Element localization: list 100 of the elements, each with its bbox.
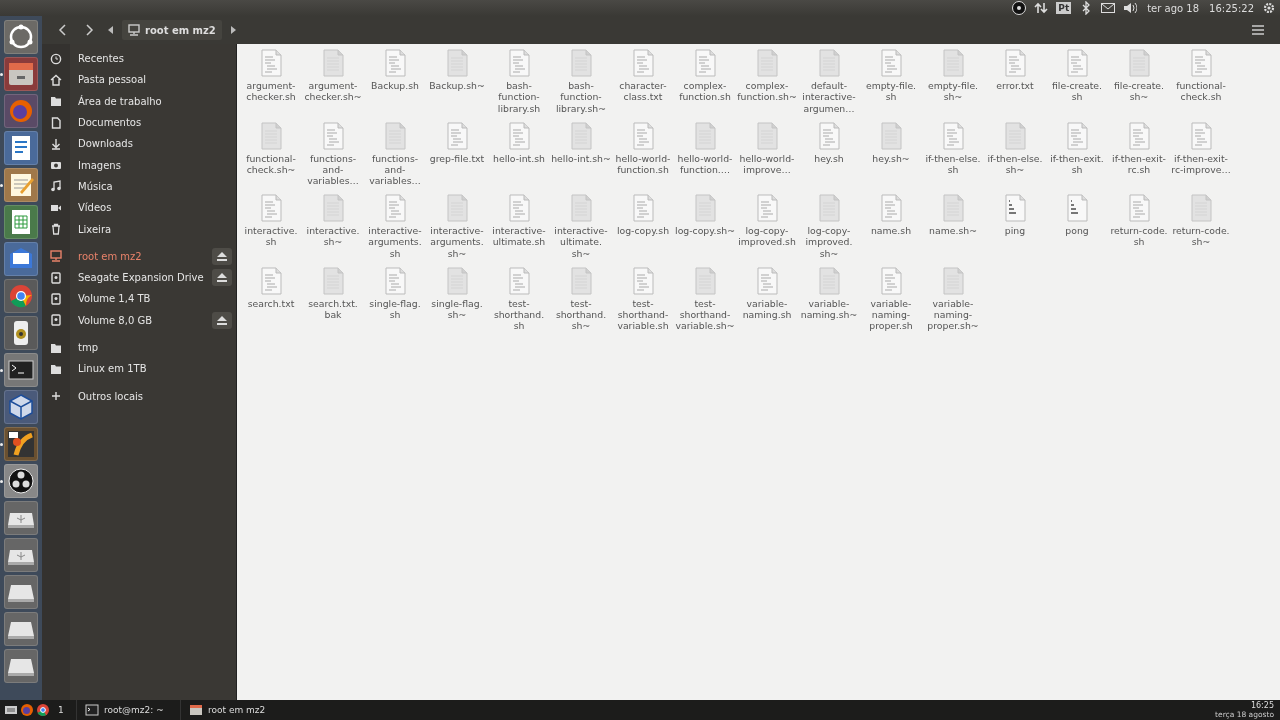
eject-button[interactable] bbox=[212, 311, 232, 329]
file-item[interactable]: bash-function-library.sh~ bbox=[550, 48, 612, 121]
quick-launch-button[interactable] bbox=[4, 703, 18, 717]
circle-logo-icon bbox=[1012, 1, 1027, 15]
file-item[interactable]: if-then-exit-rc.sh bbox=[1108, 120, 1170, 193]
sidebar-item[interactable]: Vídeos bbox=[42, 197, 236, 219]
launcher-button[interactable] bbox=[4, 353, 38, 387]
file-item[interactable]: test-shorthand-variable.sh~ bbox=[674, 265, 736, 338]
file-item[interactable]: hello-int.sh bbox=[488, 120, 550, 193]
file-item[interactable]: variable-naming.sh~ bbox=[798, 265, 860, 338]
file-item[interactable]: hello-int.sh~ bbox=[550, 120, 612, 193]
file-item[interactable]: variable-naming-proper.sh~ bbox=[922, 265, 984, 338]
sidebar-item[interactable]: Linux em 1TB bbox=[42, 358, 236, 380]
file-item[interactable]: functional-check.sh~ bbox=[240, 120, 302, 193]
eject-icon bbox=[217, 315, 227, 325]
file-item[interactable]: single-flag.sh bbox=[364, 265, 426, 338]
file-item[interactable]: name.sh bbox=[860, 193, 922, 266]
launcher-button[interactable] bbox=[4, 464, 38, 498]
file-item[interactable]: argument-checker.sh bbox=[240, 48, 302, 121]
file-item[interactable]: return-code.sh~ bbox=[1170, 193, 1232, 266]
sidebar-item[interactable]: Música bbox=[42, 175, 236, 198]
file-item[interactable]: complex-function.sh~ bbox=[736, 48, 798, 121]
file-item[interactable]: interactive-ultimate.sh~ bbox=[550, 193, 612, 266]
file-item[interactable]: functions-and-variables… bbox=[364, 120, 426, 193]
file-item[interactable]: log-copy-improved.sh bbox=[736, 193, 798, 266]
blank-file-icon bbox=[446, 49, 468, 77]
sidebar-item[interactable]: Imagens bbox=[42, 154, 236, 176]
file-item[interactable]: test-shorthand.sh~ bbox=[550, 265, 612, 338]
file-item[interactable]: hey.sh bbox=[798, 120, 860, 193]
file-item[interactable]: test-shorthand-variable.sh bbox=[612, 265, 674, 338]
quick-launch-button[interactable] bbox=[36, 703, 50, 717]
file-item[interactable]: default-interactive-argumen… bbox=[798, 48, 860, 121]
taskbar-window-button[interactable]: root@mz2: ~ bbox=[76, 700, 180, 720]
file-item[interactable]: Backup.sh~ bbox=[426, 48, 488, 121]
path-button[interactable]: root em mz2 bbox=[122, 20, 222, 40]
sidebar-item[interactable]: Recentes bbox=[42, 48, 236, 70]
clock-time[interactable]: 16:25 bbox=[1250, 701, 1274, 710]
file-item[interactable]: hello-world-improve… bbox=[736, 120, 798, 193]
file-item[interactable]: Backup.sh bbox=[364, 48, 426, 121]
file-item[interactable]: argument-checker.sh~ bbox=[302, 48, 364, 121]
file-item[interactable]: log-copy-improved.sh~ bbox=[798, 193, 860, 266]
eject-button[interactable] bbox=[212, 268, 232, 286]
keyboard-layout-indicator[interactable]: Pt bbox=[1056, 2, 1072, 14]
file-item[interactable]: test-shorthand.sh bbox=[488, 265, 550, 338]
file-item[interactable]: interactive.sh~ bbox=[302, 193, 364, 266]
file-item[interactable]: single-flag.sh~ bbox=[426, 265, 488, 338]
file-item[interactable]: hello-world-function.sh bbox=[612, 120, 674, 193]
sidebar-item[interactable]: Outros locais bbox=[42, 385, 236, 407]
file-item[interactable]: search.txt.bak bbox=[302, 265, 364, 338]
file-item[interactable]: log-copy.sh bbox=[612, 193, 674, 266]
file-item[interactable]: if-then-else.sh bbox=[922, 120, 984, 193]
sidebar-item[interactable]: Volume 8,0 GB bbox=[42, 309, 236, 331]
file-item[interactable]: variable-naming.sh bbox=[736, 265, 798, 338]
file-item[interactable]: variable-naming-proper.sh bbox=[860, 265, 922, 338]
file-item[interactable]: if-then-exit-rc-improve… bbox=[1170, 120, 1232, 193]
text-file-icon bbox=[1066, 121, 1088, 150]
file-item[interactable]: interactive-arguments.sh bbox=[364, 193, 426, 266]
file-item[interactable]: hey.sh~ bbox=[860, 120, 922, 193]
file-item[interactable]: complex-function.sh bbox=[674, 48, 736, 121]
file-item[interactable]: log-copy.sh~ bbox=[674, 193, 736, 266]
file-item[interactable]: if-then-exit.sh bbox=[1046, 120, 1108, 193]
file-item[interactable]: error.txt bbox=[984, 48, 1046, 121]
file-item[interactable]: pong bbox=[1046, 193, 1108, 266]
file-item[interactable]: interactive-ultimate.sh bbox=[488, 193, 550, 266]
sidebar-item[interactable]: tmp bbox=[42, 336, 236, 359]
file-item[interactable]: interactive.sh bbox=[240, 193, 302, 266]
text-file-icon bbox=[880, 266, 902, 295]
file-item[interactable]: grep-file.txt bbox=[426, 120, 488, 193]
file-item[interactable]: file-create.sh~ bbox=[1108, 48, 1170, 121]
file-item[interactable]: if-then-else.sh~ bbox=[984, 120, 1046, 193]
file-item[interactable]: character-class.txt bbox=[612, 48, 674, 121]
file-item[interactable]: empty-file.sh bbox=[860, 48, 922, 121]
date-label[interactable]: ter ago 18 bbox=[1147, 2, 1200, 14]
file-item[interactable]: functional-check.sh bbox=[1170, 48, 1232, 121]
file-item[interactable]: functions-and-variables… bbox=[302, 120, 364, 193]
sidebar-item[interactable]: Seagate Expansion Drive bbox=[42, 266, 236, 289]
file-item[interactable]: name.sh~ bbox=[922, 193, 984, 266]
eject-button[interactable] bbox=[212, 247, 232, 265]
file-item[interactable]: interactive-arguments.sh~ bbox=[426, 193, 488, 266]
file-item[interactable]: hello-world-function.… bbox=[674, 120, 736, 193]
file-item[interactable]: file-create.sh bbox=[1046, 48, 1108, 121]
launcher-button[interactable] bbox=[4, 316, 38, 350]
file-item[interactable]: search.txt bbox=[240, 265, 302, 338]
sidebar-item[interactable]: Documentos bbox=[42, 111, 236, 134]
blank-file-icon bbox=[1190, 194, 1212, 222]
launcher-button[interactable] bbox=[4, 427, 38, 461]
sidebar-item[interactable]: root em mz2 bbox=[42, 245, 236, 267]
sidebar-item[interactable]: Lixeira bbox=[42, 218, 236, 240]
file-item[interactable]: return-code.sh bbox=[1108, 193, 1170, 266]
file-item[interactable]: bash-function-library.sh bbox=[488, 48, 550, 121]
time-label[interactable]: 16:25:22 bbox=[1209, 2, 1254, 14]
sidebar-item[interactable]: Volume 1,4 TB bbox=[42, 288, 236, 310]
sidebar-item[interactable]: Pasta pessoal bbox=[42, 69, 236, 91]
file-item[interactable]: ping bbox=[984, 193, 1046, 266]
plus-icon bbox=[50, 390, 62, 403]
workspace-number[interactable]: 1 bbox=[58, 705, 64, 715]
taskbar-window-button[interactable]: root em mz2 bbox=[180, 700, 284, 720]
sidebar-item[interactable]: Downloads bbox=[42, 133, 236, 155]
file-item[interactable]: empty-file.sh~ bbox=[922, 48, 984, 121]
sidebar-item[interactable]: Área de trabalho bbox=[42, 90, 236, 112]
